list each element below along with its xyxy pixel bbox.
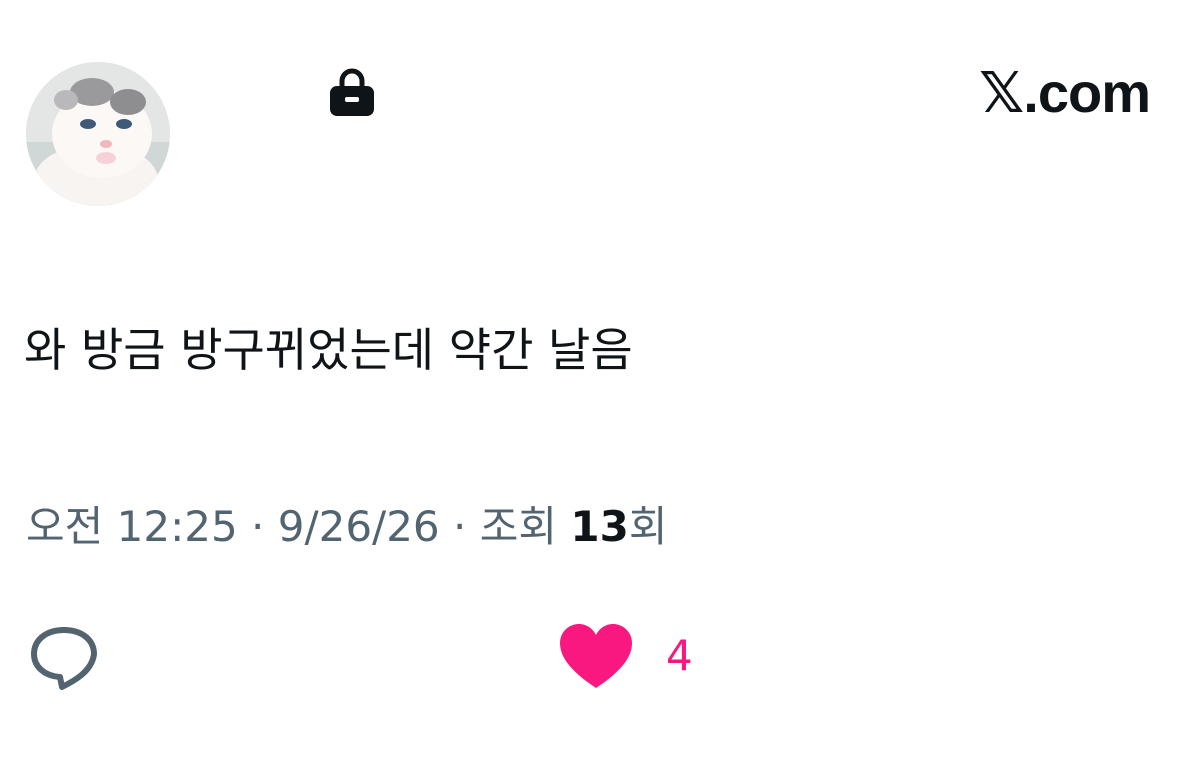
meta-separator: ·: [439, 502, 480, 551]
views-suffix: 회: [628, 502, 668, 551]
views-count: 13: [570, 502, 629, 551]
tweet-text: 와 방금 방구뀌었는데 약간 날음: [24, 323, 633, 377]
reply-button[interactable]: [24, 620, 104, 692]
heart-icon: [560, 624, 632, 688]
like-button[interactable]: 4: [556, 616, 693, 696]
site-label: 𝕏.com: [979, 61, 1151, 124]
speech-bubble-icon: [31, 627, 97, 690]
lock-icon: [330, 68, 374, 116]
views-prefix: 조회: [479, 502, 571, 551]
tweet-date[interactable]: 9/26/26: [278, 502, 440, 551]
tweet-time[interactable]: 오전 12:25: [26, 502, 238, 551]
avatar[interactable]: [26, 62, 170, 206]
kitten-avatar-icon: [26, 62, 170, 206]
tweet-meta: 오전 12:25 · 9/26/26 · 조회 13회: [26, 497, 667, 557]
meta-separator: ·: [237, 502, 278, 551]
like-count: 4: [666, 631, 693, 680]
